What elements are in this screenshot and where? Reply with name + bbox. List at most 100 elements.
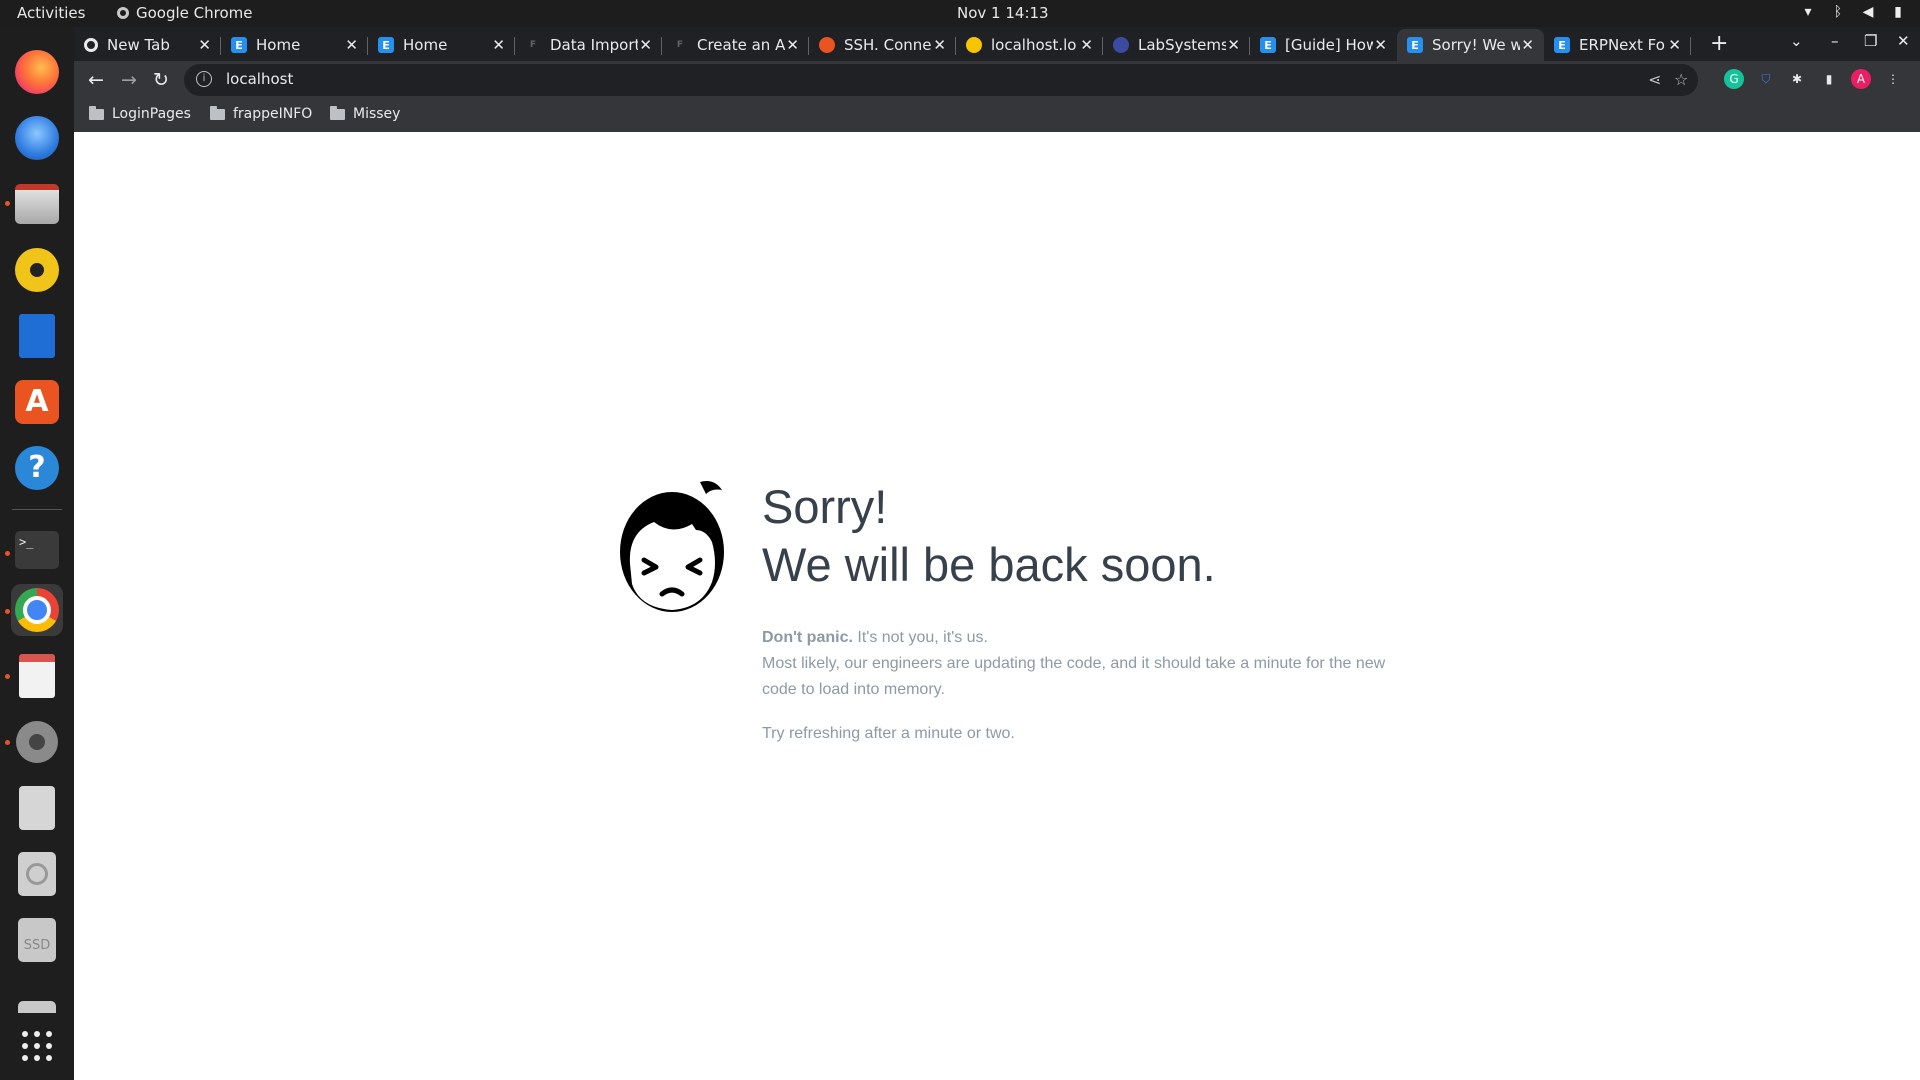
erpnext-icon: E <box>1407 37 1423 53</box>
side-panel-icon[interactable]: ▮ <box>1819 69 1839 89</box>
tab-9[interactable]: E Sorry! We w ✕ <box>1397 29 1544 61</box>
close-tab-icon[interactable]: ✕ <box>1521 36 1534 54</box>
tab-3[interactable]: F Data Import ✕ <box>515 29 662 61</box>
bluetooth-icon[interactable]: ᛒ <box>1830 3 1846 21</box>
tab-title: Home <box>256 36 301 54</box>
wifi-icon[interactable]: ▾ <box>1800 3 1816 21</box>
bookmark-star-icon[interactable]: ☆ <box>1674 70 1688 89</box>
close-tab-icon[interactable]: ✕ <box>786 36 799 54</box>
writer-icon[interactable] <box>11 310 63 362</box>
close-tab-icon[interactable]: ✕ <box>639 36 652 54</box>
close-tab-icon[interactable]: ✕ <box>345 36 358 54</box>
forward-button[interactable]: → <box>117 68 141 92</box>
app-menu[interactable]: Google Chrome <box>117 4 253 22</box>
url-text[interactable]: localhost <box>226 70 293 88</box>
tab-4[interactable]: F Create an A ✕ <box>662 29 809 61</box>
show-apps-icon[interactable] <box>11 1020 63 1072</box>
tab-title: localhost.lo <box>991 36 1077 54</box>
folder-icon <box>330 105 345 120</box>
sad-face-icon <box>620 481 724 612</box>
address-bar[interactable]: i localhost ⋖ ☆ <box>184 64 1698 96</box>
dont-panic-text: Don't panic. <box>762 629 853 646</box>
retry-hint: Try refreshing after a minute or two. <box>762 725 1015 742</box>
frappe-icon: F <box>676 40 684 50</box>
close-tab-icon[interactable]: ✕ <box>1668 36 1681 54</box>
reload-button[interactable]: ↻ <box>149 68 173 92</box>
clock[interactable]: Nov 1 14:13 <box>957 4 1049 22</box>
activities-button[interactable]: Activities <box>17 4 85 22</box>
settings-icon[interactable] <box>11 716 63 768</box>
close-tab-icon[interactable]: ✕ <box>933 36 946 54</box>
restore-button[interactable]: ❐ <box>1864 32 1877 50</box>
tab-5[interactable]: SSH. Conne ✕ <box>809 29 956 61</box>
headline-line-2: We will be back soon. <box>762 538 1216 591</box>
tab-title: Create an A <box>697 36 785 54</box>
app-name-label: Google Chrome <box>136 4 253 22</box>
browser-window: New Tab ✕ E Home ✕ E Home ✕ F Data Import ✕ F Create… <box>74 27 1920 132</box>
browser-toolbar: ← → ↻ i localhost ⋖ ☆ G ⛉ ✱ ▮ A ⋮ <box>74 61 1920 100</box>
system-tray[interactable]: ▾ ᛒ ◀ ▮ <box>1800 3 1906 21</box>
disks-icon[interactable] <box>11 782 63 834</box>
folder-icon <box>210 105 225 120</box>
shield-extension-icon[interactable]: ⛉ <box>1756 69 1776 89</box>
ubuntu-icon <box>819 37 835 53</box>
bookmark-folder-missey[interactable]: Missey <box>330 105 400 122</box>
bookmark-folder-frappeinfo[interactable]: frappeINFO <box>210 105 312 122</box>
not-you-text: It's not you, it's us. <box>852 629 988 646</box>
terminal-icon[interactable]: >_ <box>11 524 63 576</box>
optical-drive-icon[interactable] <box>11 848 63 900</box>
erpnext-icon: E <box>231 37 247 53</box>
bookmark-folder-loginpages[interactable]: LoginPages <box>89 105 191 122</box>
dock: A ? >_ SSD <box>0 27 74 1080</box>
tab-7[interactable]: LabSystems ✕ <box>1103 29 1250 61</box>
minimize-button[interactable]: – <box>1831 32 1839 50</box>
erpnext-icon: E <box>1260 37 1276 53</box>
volume-icon[interactable]: ◀ <box>1860 3 1876 21</box>
frappe-icon: F <box>529 40 537 50</box>
tab-strip: New Tab ✕ E Home ✕ E Home ✕ F Data Import ✕ F Create… <box>74 27 1920 61</box>
firefox-icon[interactable] <box>11 46 63 98</box>
new-tab-button[interactable]: + <box>1710 31 1728 56</box>
rhythmbox-icon[interactable] <box>11 244 63 296</box>
erpnext-icon: E <box>378 37 394 53</box>
close-tab-icon[interactable]: ✕ <box>1374 36 1387 54</box>
tab-8[interactable]: E [Guide] How ✕ <box>1250 29 1397 61</box>
tab-title: Sorry! We w <box>1432 36 1520 54</box>
chrome-icon <box>117 7 129 19</box>
tab-search-icon[interactable]: ⌄ <box>1790 32 1803 50</box>
tab-1[interactable]: E Home ✕ <box>221 29 368 61</box>
thunderbird-icon[interactable] <box>11 112 63 164</box>
tab-title: Home <box>403 36 448 54</box>
close-tab-icon[interactable]: ✕ <box>492 36 505 54</box>
site-info-icon[interactable]: i <box>196 71 212 87</box>
tab-6[interactable]: localhost.lo ✕ <box>956 29 1103 61</box>
chrome-menu-icon[interactable]: ⋮ <box>1883 69 1903 89</box>
document-viewer-icon[interactable] <box>11 650 63 702</box>
close-tab-icon[interactable]: ✕ <box>198 36 211 54</box>
software-center-icon[interactable]: A <box>11 376 63 428</box>
tab-2[interactable]: E Home ✕ <box>368 29 515 61</box>
ssd-drive-icon[interactable]: SSD <box>11 914 63 966</box>
files-icon[interactable] <box>11 178 63 230</box>
extensions-icon[interactable]: ✱ <box>1787 69 1807 89</box>
tab-10[interactable]: E ERPNext Fo ✕ <box>1544 29 1691 61</box>
close-tab-icon[interactable]: ✕ <box>1227 36 1240 54</box>
close-window-button[interactable]: ✕ <box>1897 32 1910 50</box>
tab-title: LabSystems <box>1138 36 1226 54</box>
erpnext-icon: E <box>1554 37 1570 53</box>
headline-line-1: Sorry! <box>762 480 888 533</box>
help-icon[interactable]: ? <box>11 442 63 494</box>
folder-icon <box>89 105 104 120</box>
profile-avatar[interactable]: A <box>1851 69 1871 89</box>
chrome-dock-icon[interactable] <box>11 584 63 636</box>
back-button[interactable]: ← <box>84 68 108 92</box>
tab-title: SSH. Conne <box>844 36 932 54</box>
tab-0[interactable]: New Tab ✕ <box>74 29 221 61</box>
close-tab-icon[interactable]: ✕ <box>1080 36 1093 54</box>
drive-icon[interactable] <box>11 997 63 1017</box>
share-icon[interactable]: ⋖ <box>1648 70 1661 89</box>
grammarly-icon[interactable]: G <box>1724 69 1744 89</box>
bookmarks-bar: LoginPages frappeINFO Missey <box>74 100 1920 132</box>
python-icon <box>966 37 982 53</box>
battery-icon[interactable]: ▮ <box>1890 3 1906 21</box>
